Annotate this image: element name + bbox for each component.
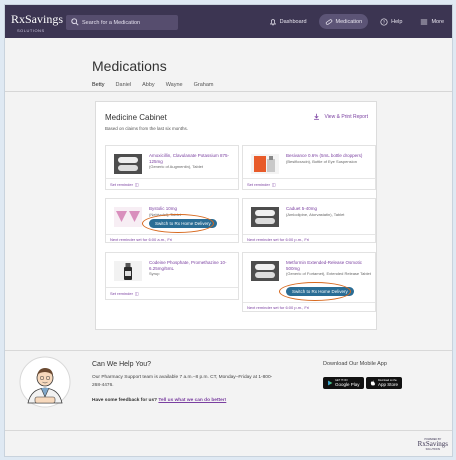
- medication-card[interactable]: Amoxicillin, Clavulanate Potassium 875-1…: [105, 145, 239, 190]
- apple-icon: [370, 380, 376, 386]
- tabs-divider: [5, 91, 452, 92]
- logo-text: RxSavings: [11, 12, 64, 26]
- nav-dashboard-label: Dashboard: [279, 18, 307, 25]
- pink-triangle-pill-icon: [114, 207, 142, 227]
- set-reminder-link[interactable]: Set reminder ◫: [110, 182, 139, 187]
- mobile-app-title: Download Our Mobile App: [323, 361, 387, 367]
- rxsavings-logo[interactable]: RxSavings SOLUTIONS: [11, 13, 63, 37]
- nav-more[interactable]: More: [414, 14, 450, 29]
- search-icon: [71, 18, 79, 26]
- google-play-icon: [328, 380, 333, 386]
- nav-help[interactable]: ? Help: [374, 14, 408, 29]
- nav-medication-label: Medication: [335, 18, 363, 25]
- medication-card[interactable]: Caduet 5-40mg (Amlodipine, Atorvastatin),…: [242, 198, 376, 243]
- medication-name[interactable]: Metformin Extended-Release Osmotic 500mg…: [286, 260, 371, 277]
- white-oval-pill-icon: [251, 261, 279, 281]
- svg-text:?: ?: [383, 19, 386, 24]
- report-label: View & Print Report: [324, 113, 368, 120]
- medication-name[interactable]: Amoxicillin, Clavulanate Potassium 875-1…: [149, 153, 234, 170]
- medication-card[interactable]: Metformin Extended-Release Osmotic 500mg…: [242, 252, 376, 312]
- search-box[interactable]: [66, 15, 178, 30]
- medication-name[interactable]: Caduet 5-40mg (Amlodipine, Atorvastatin),…: [286, 206, 371, 217]
- syrup-bottle-icon: [114, 261, 142, 281]
- reminder-status[interactable]: Next reminder set for 6:00 p.m., Fri: [247, 305, 309, 310]
- cabinet-title: Medicine Cabinet: [105, 113, 167, 122]
- medication-card[interactable]: Besivance 0.6% (5mL bottle droppers) (Bes…: [242, 145, 376, 190]
- medication-name[interactable]: Besivance 0.6% (5mL bottle droppers) (Bes…: [286, 153, 371, 164]
- set-reminder-link[interactable]: Set reminder ◫: [110, 291, 139, 296]
- pharmacist-illustration: [19, 356, 71, 408]
- medicine-cabinet-panel: Medicine Cabinet Based on claims from th…: [95, 101, 377, 330]
- calendar-icon: ◫: [134, 182, 139, 187]
- footer-divider: [5, 430, 452, 431]
- footer-brand: RxSavings: [417, 440, 448, 448]
- menu-icon: [421, 19, 428, 24]
- top-navigation-bar: RxSavings SOLUTIONS Dashboard Medication…: [5, 5, 452, 38]
- medication-name[interactable]: Bystolic 10mg (Nebivolol), Tablet: [149, 206, 234, 217]
- feedback-link[interactable]: Tell us what we can do better!: [158, 398, 226, 403]
- reminder-status[interactable]: Next reminder set for 6:00 a.m., Fri: [110, 237, 172, 242]
- medication-card[interactable]: Bystolic 10mg (Nebivolol), Tablet Switch …: [105, 198, 239, 243]
- app-window: RxSavings SOLUTIONS Dashboard Medication…: [4, 4, 453, 457]
- page-title: Medications: [92, 58, 167, 74]
- medication-name[interactable]: Codeine Phosphate, Promethazine 10-6.25m…: [149, 260, 234, 277]
- logo-subtext: SOLUTIONS: [17, 28, 45, 33]
- help-divider: [5, 350, 452, 351]
- nav-dashboard[interactable]: Dashboard: [263, 14, 313, 29]
- search-input[interactable]: [82, 15, 176, 30]
- download-icon: [314, 113, 320, 120]
- footer-sub: SOLUTIONS: [425, 448, 441, 451]
- calendar-icon: ◫: [134, 291, 139, 296]
- google-play-button[interactable]: GET IT ON Google Play: [323, 377, 364, 389]
- nav-help-label: Help: [391, 18, 403, 25]
- switch-home-delivery-button[interactable]: Switch to Rx Home Delivery: [149, 219, 217, 228]
- eye-drop-box-icon: [251, 154, 279, 174]
- white-oval-pill-icon: [251, 207, 279, 227]
- help-title: Can We Help You?: [92, 361, 152, 368]
- nav-medication[interactable]: Medication: [318, 14, 369, 29]
- footer-logo: POWERED BY RxSavings SOLUTIONS: [418, 438, 448, 451]
- nav-more-label: More: [431, 18, 444, 25]
- google-play-name: Google Play: [335, 382, 360, 387]
- reminder-status[interactable]: Next reminder set for 6:00 p.m., Fri: [247, 237, 309, 242]
- switch-home-delivery-button[interactable]: Switch to Rx Home Delivery: [286, 287, 354, 296]
- calendar-icon: ◫: [271, 182, 276, 187]
- cabinet-subtitle: Based on claims from the last six months…: [105, 126, 189, 131]
- white-oval-pill-icon: [114, 154, 142, 174]
- app-store-name: App Store: [378, 382, 399, 387]
- main-nav: Dashboard Medication ? Help More: [263, 13, 450, 30]
- feedback-line: Have some feedback for us? Tell us what …: [92, 398, 226, 403]
- bell-icon: [269, 18, 276, 25]
- help-text: Our Pharmacy Support team is available 7…: [92, 375, 273, 388]
- app-store-button[interactable]: Download on the App Store: [366, 377, 403, 389]
- medication-card[interactable]: Codeine Phosphate, Promethazine 10-6.25m…: [105, 252, 239, 300]
- pill-icon: [325, 18, 332, 25]
- feedback-prefix: Have some feedback for us?: [92, 398, 158, 403]
- question-icon: ?: [380, 17, 388, 26]
- view-print-report-link[interactable]: View & Print Report: [313, 113, 368, 120]
- set-reminder-link[interactable]: Set reminder ◫: [247, 182, 276, 187]
